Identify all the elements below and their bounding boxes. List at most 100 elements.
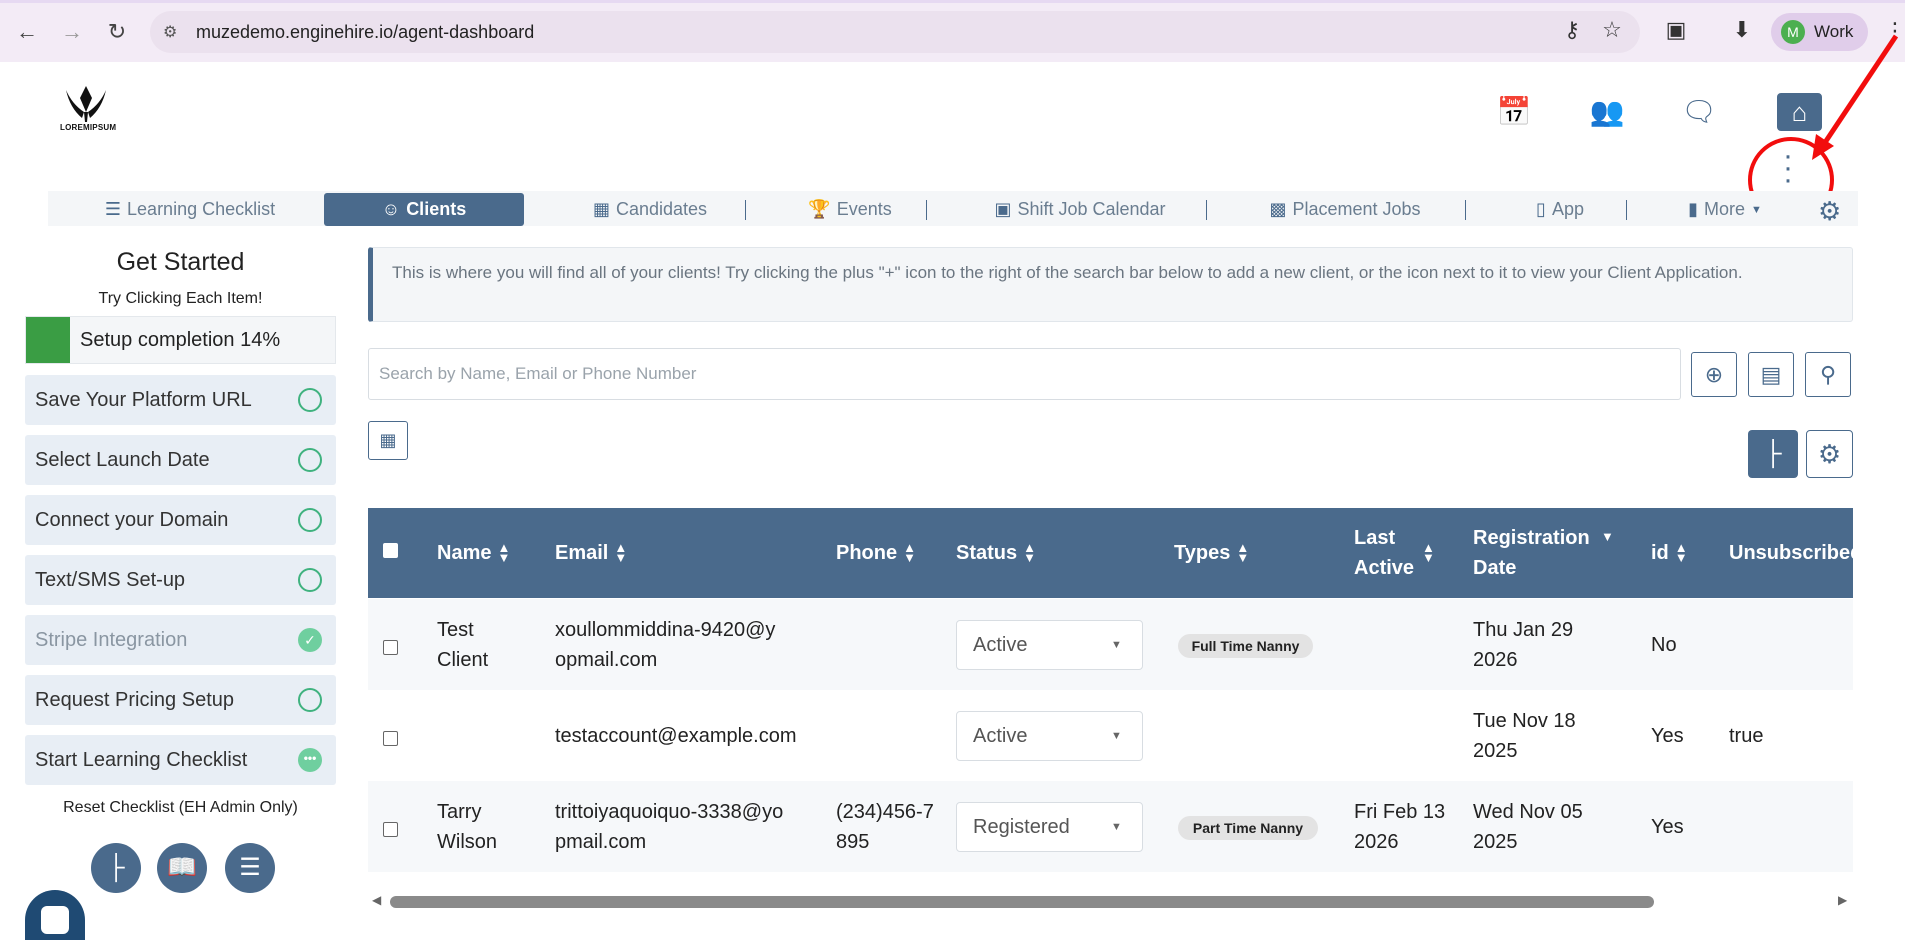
tab-events[interactable]: 🏆 Events <box>780 193 920 226</box>
sort-icon: ▲ ▼ <box>497 540 511 565</box>
client-email: testaccount@example.com <box>555 725 797 747</box>
client-id: No <box>1651 634 1677 656</box>
caret-down-icon: ▼ <box>1111 821 1122 833</box>
checklist-item-label: Save Your Platform URL <box>35 389 252 411</box>
registration-date: Tue Nov 18 2025 <box>1473 710 1576 762</box>
column-id[interactable]: id ▲ ▼ <box>1651 508 1688 598</box>
tab-shift-job-calendar[interactable]: ▣ Shift Job Calendar <box>960 193 1200 226</box>
tab-clients[interactable]: ☺ Clients <box>324 193 524 226</box>
row-checkbox[interactable] <box>383 822 398 837</box>
bookmark-star-icon[interactable]: ☆ <box>1597 17 1627 43</box>
type-badge: Part Time Nanny <box>1178 816 1318 840</box>
column-types[interactable]: Types ▲ ▼ <box>1174 508 1249 598</box>
registration-date: Wed Nov 05 2025 <box>1473 801 1583 853</box>
client-name[interactable]: Tarry Wilson <box>437 797 517 857</box>
row-checkbox[interactable] <box>383 640 398 655</box>
client-application-button[interactable]: ▤ <box>1748 352 1794 397</box>
client-phone: (234)456-7895 <box>836 801 934 853</box>
calendar-icon[interactable]: 📅 <box>1496 94 1532 130</box>
site-settings-icon[interactable]: ⚙ <box>163 22 177 42</box>
column-phone[interactable]: Phone ▲ ▼ <box>836 508 916 598</box>
tasks-icon[interactable]: ☰ <box>225 843 275 893</box>
chevron-down-icon: ▼ <box>1751 203 1762 216</box>
tab-learning-checklist[interactable]: ☰ Learning Checklist <box>80 193 300 226</box>
phone-icon: ▯ <box>1536 199 1546 219</box>
scroll-right-icon[interactable]: ▶ <box>1838 893 1847 907</box>
unsubscribed-value: true <box>1729 725 1764 747</box>
badge-icon: ▦ <box>592 199 610 219</box>
registration-date: Thu Jan 29 2026 <box>1473 619 1574 671</box>
search-input[interactable] <box>368 348 1681 400</box>
caret-down-icon: ▼ <box>1111 730 1122 742</box>
extensions-icon[interactable]: ▣ <box>1661 17 1691 43</box>
client-name[interactable]: Test Client <box>437 615 517 675</box>
people-icon[interactable]: 👥 <box>1589 94 1625 130</box>
reload-icon[interactable]: ↻ <box>101 16 133 48</box>
ticket-icon: ▮ <box>1688 199 1698 219</box>
sort-icon: ▲ ▼ <box>903 540 916 565</box>
add-client-button[interactable]: ⊕ <box>1691 352 1737 397</box>
sort-icon: ▲ ▼ <box>1023 540 1036 565</box>
logo-text: LOREMIPSUM <box>60 123 117 132</box>
plus-circle-icon: ⊕ <box>1704 362 1724 387</box>
check-circle-icon: ✓ <box>298 628 322 652</box>
tree-view-button[interactable]: ├ <box>1748 430 1798 478</box>
book-icon[interactable]: 📖 <box>157 843 207 893</box>
calendar-icon: ▣ <box>994 199 1012 219</box>
checklist-item-label: Select Launch Date <box>35 449 210 471</box>
key-icon[interactable]: ⚷ <box>1557 17 1587 43</box>
sitemap-icon: ├ <box>1764 440 1782 467</box>
tab-candidates[interactable]: ▦ Candidates <box>560 193 740 226</box>
column-name[interactable]: Name ▲ ▼ <box>437 508 510 598</box>
trophy-icon: 🏆 <box>808 199 831 219</box>
reset-checklist-link[interactable]: Reset Checklist (EH Admin Only) <box>25 799 336 817</box>
scrollbar-thumb[interactable] <box>390 896 1654 908</box>
sitemap-icon[interactable]: ├ <box>91 843 141 893</box>
empty-circle-icon <box>298 448 322 472</box>
gear-icon[interactable]: ⚙ <box>1818 196 1841 227</box>
client-id: Yes <box>1651 725 1684 747</box>
checklist-item-label: Connect your Domain <box>35 509 229 531</box>
info-callout-text: This is where you will find all of your … <box>392 263 1743 282</box>
sort-desc-icon: ▼ <box>1601 529 1614 544</box>
client-email: xoullommiddina-9420@yopmail.com <box>555 619 776 671</box>
sort-icon: ▲ ▼ <box>1674 540 1688 565</box>
empty-circle-icon <box>298 568 322 592</box>
sort-icon: ▲ ▼ <box>614 540 628 565</box>
column-status[interactable]: Status ▲ ▼ <box>956 508 1036 598</box>
checklist-item-label: Start Learning Checklist <box>35 749 248 771</box>
briefcase-icon: ▩ <box>1269 199 1287 219</box>
document-icon: ▤ <box>1760 362 1782 387</box>
url-text[interactable]: muzedemo.enginehire.io/agent-dashboard <box>196 22 534 43</box>
ellipsis-circle-icon: ••• <box>298 748 322 772</box>
empty-circle-icon <box>298 388 322 412</box>
column-unsubscribed[interactable]: Unsubscribed <box>1729 508 1853 598</box>
scroll-left-icon[interactable]: ◀ <box>372 893 381 907</box>
checklist-item-label: Request Pricing Setup <box>35 689 235 711</box>
calculator-icon: ▦ <box>379 430 397 450</box>
column-email[interactable]: Email ▲ ▼ <box>555 508 627 598</box>
search-icon: ⚲ <box>1819 362 1837 387</box>
column-last-active[interactable]: Last Active ▲ ▼ <box>1354 508 1454 598</box>
table-settings-button[interactable]: ⚙ <box>1806 430 1853 478</box>
select-all-checkbox[interactable] <box>383 543 398 558</box>
column-registration-date[interactable]: Registration Date ▼ <box>1473 508 1623 598</box>
forward-arrow-icon[interactable]: → <box>56 16 88 48</box>
client-id: Yes <box>1651 816 1684 838</box>
last-active: Fri Feb 13 2026 <box>1354 801 1446 853</box>
tab-app[interactable]: ▯ App <box>1500 193 1620 226</box>
chat-icon[interactable]: 🗨 <box>1681 94 1717 130</box>
tab-more[interactable]: ▮ More ▼ <box>1660 193 1790 226</box>
tab-divider <box>1206 200 1207 220</box>
back-arrow-icon[interactable]: ← <box>11 16 43 48</box>
empty-circle-icon <box>298 508 322 532</box>
tab-placement-jobs[interactable]: ▩ Placement Jobs <box>1240 193 1450 226</box>
search-button[interactable]: ⚲ <box>1805 352 1851 397</box>
export-button[interactable]: ▦ <box>368 421 408 460</box>
row-checkbox[interactable] <box>383 731 398 746</box>
checklist-item-label: Stripe Integration <box>35 629 188 651</box>
sort-icon: ▲ ▼ <box>1422 540 1435 565</box>
caret-down-icon: ▼ <box>1111 639 1122 651</box>
sidebar-title: Get Started <box>116 248 245 276</box>
download-icon[interactable]: ⬇ <box>1727 17 1757 43</box>
